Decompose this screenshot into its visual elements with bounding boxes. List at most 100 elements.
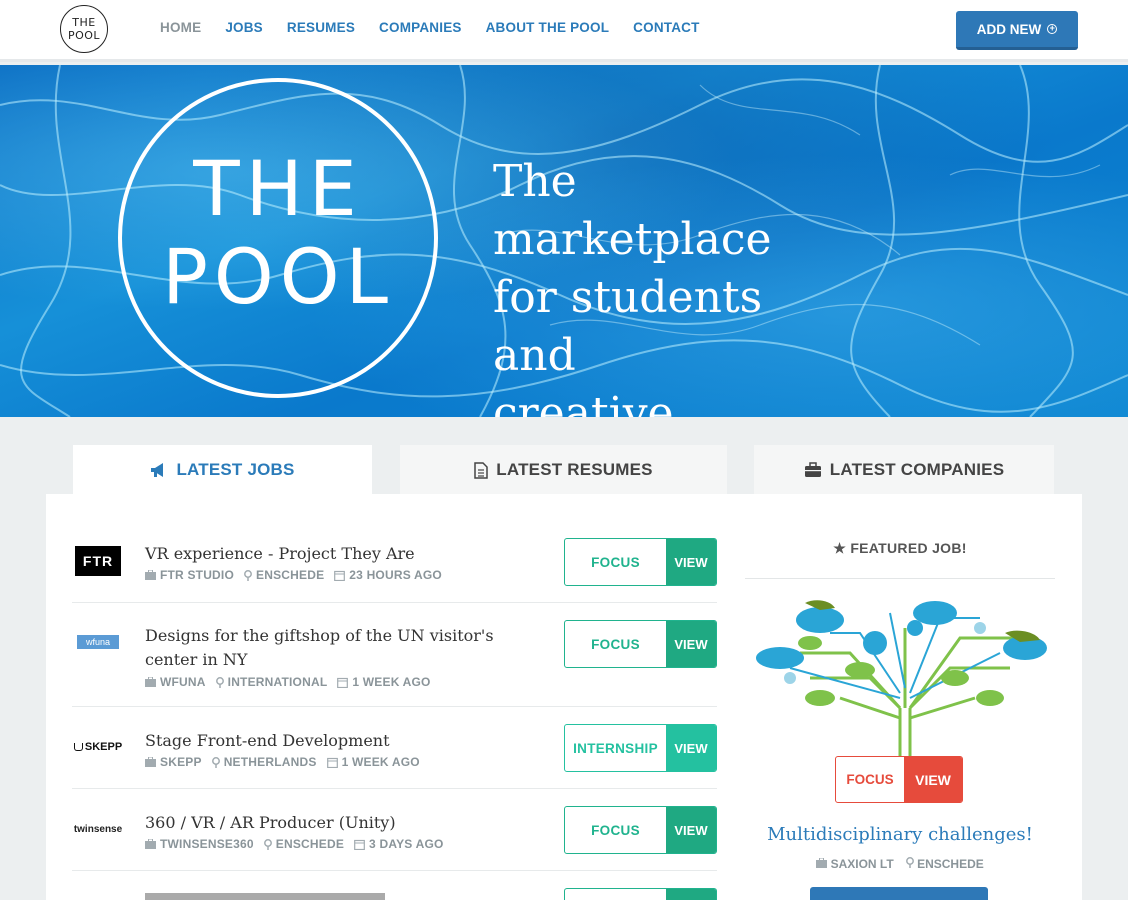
featured-location: ENSCHEDE <box>905 857 984 871</box>
job-title-partial <box>145 893 385 900</box>
tab-latest-resumes[interactable]: LATEST RESUMES <box>400 445 727 495</box>
calendar-icon <box>337 677 349 688</box>
nav-home[interactable]: HOME <box>160 20 201 35</box>
job-list-item: SKEPP Stage Front-end Development SKEPP … <box>72 707 717 789</box>
map-pin-icon <box>211 756 220 768</box>
calendar-icon <box>334 570 346 581</box>
job-type-pill: INTERNSHIP VIEW <box>564 724 717 772</box>
job-time-text: 1 WEEK AGO <box>352 675 431 689</box>
featured-job-title[interactable]: Multidisciplinary challenges! <box>745 824 1055 845</box>
company-logo-skepp[interactable]: SKEPP <box>73 732 122 762</box>
divider <box>745 578 1055 579</box>
job-company: TWINSENSE360 <box>145 837 254 851</box>
job-meta: SKEPP NETHERLANDS 1 WEEK AGO <box>145 755 420 769</box>
twinsense-logo-text: twinsense <box>73 823 123 835</box>
featured-job-meta: SAXION LT ENSCHEDE <box>745 857 1055 871</box>
job-company-text: WFUNA <box>160 675 206 689</box>
hero-logo-the: THE <box>193 144 363 233</box>
tagline-line-2: for students and <box>493 272 763 381</box>
map-pin-icon <box>215 676 224 688</box>
featured-company-text: SAXION LT <box>830 857 894 871</box>
job-list-item: wfuna Designs for the giftshop of the UN… <box>72 603 717 707</box>
briefcase-icon <box>145 757 156 767</box>
nav-jobs[interactable]: JOBS <box>225 20 263 35</box>
megaphone-icon <box>151 463 164 477</box>
company-logo-twinsense[interactable]: twinsense <box>73 814 123 844</box>
nav-resumes[interactable]: RESUMES <box>287 20 355 35</box>
tab-latest-companies-label: LATEST COMPANIES <box>829 460 1005 479</box>
job-location-text: NETHERLANDS <box>223 755 317 769</box>
job-type-focus[interactable]: FOCUS <box>565 807 666 853</box>
job-location: ENSCHEDE <box>244 568 324 582</box>
hero-logo-circle: THE POOL <box>118 78 438 398</box>
job-list-item: twinsense 360 / VR / AR Producer (Unity)… <box>72 789 717 871</box>
job-meta: FTR STUDIO ENSCHEDE 23 HOURS AGO <box>145 568 442 582</box>
company-logo-wfuna[interactable]: wfuna <box>75 627 121 657</box>
job-type-internship[interactable]: INTERNSHIP <box>565 725 666 771</box>
view-job-button[interactable]: VIEW <box>666 725 716 771</box>
top-navbar: THE POOL HOME JOBS RESUMES COMPANIES ABO… <box>0 0 1128 62</box>
tab-latest-companies[interactable]: LATEST COMPANIES <box>754 445 1054 495</box>
job-type-focus[interactable]: FOCUS <box>565 539 666 585</box>
map-pin-icon <box>244 569 252 581</box>
job-type-pill: FOCUS VIEW <box>564 538 717 586</box>
job-company: FTR STUDIO <box>145 568 234 582</box>
plus-circle-icon: + <box>1047 24 1058 34</box>
wfuna-logo-text: wfuna <box>85 637 111 647</box>
featured-heading-text: FEATURED JOB! <box>850 540 967 556</box>
calendar-icon <box>354 839 365 850</box>
job-type-pill: FOCUS VIEW <box>564 806 717 854</box>
job-location: NETHERLANDS <box>211 755 317 769</box>
job-meta: TWINSENSE360 ENSCHEDE 3 DAYS AGO <box>145 837 444 851</box>
view-job-button[interactable]: VIEW <box>666 807 716 853</box>
logo-text-the: THE <box>72 16 96 29</box>
star-icon: ★ <box>833 540 847 556</box>
job-type-focus[interactable]: FOCUS <box>565 621 666 667</box>
job-type-pill: FOCUS VIEW <box>564 620 717 668</box>
job-time: 1 WEEK AGO <box>326 755 420 769</box>
tab-latest-resumes-label: LATEST RESUMES <box>496 460 653 479</box>
job-location: INTERNATIONAL <box>215 675 328 689</box>
job-location: ENSCHEDE <box>263 837 344 851</box>
view-job-button[interactable]: VIEW <box>666 621 716 667</box>
featured-heading: ★ FEATURED JOB! <box>745 540 1055 557</box>
featured-apply-button-partial[interactable] <box>810 887 988 900</box>
briefcase-icon <box>145 677 156 687</box>
job-title[interactable]: Designs for the giftshop of the UN visit… <box>145 624 505 672</box>
map-pin-icon <box>905 857 914 868</box>
tagline-line-1: The marketplace <box>493 156 772 265</box>
job-title[interactable]: Stage Front-end Development <box>145 729 505 753</box>
document-icon <box>474 461 489 479</box>
job-title[interactable]: 360 / VR / AR Producer (Unity) <box>145 811 505 835</box>
job-company-text: FTR STUDIO <box>160 568 234 582</box>
hero-tagline: The marketplace for students and creativ… <box>493 153 853 417</box>
hero-banner: THE POOL The marketplace for students an… <box>0 65 1128 417</box>
job-title[interactable]: VR experience - Project They Are <box>145 542 505 566</box>
job-list-item: FTR VR experience - Project They Are FTR… <box>72 522 717 603</box>
job-time-text: 1 WEEK AGO <box>341 755 420 769</box>
add-new-button[interactable]: ADD NEW + <box>956 11 1078 50</box>
site-logo[interactable]: THE POOL <box>60 5 108 53</box>
nav-contact[interactable]: CONTACT <box>633 20 699 35</box>
featured-type-focus[interactable]: FOCUS <box>836 757 904 802</box>
ftr-logo-text: FTR <box>82 553 114 569</box>
briefcase-icon <box>816 857 828 868</box>
hero-logo-pool: POOL <box>162 232 394 321</box>
company-logo-ftr[interactable]: FTR <box>75 546 121 576</box>
nav-about[interactable]: ABOUT THE POOL <box>486 20 610 35</box>
nav-companies[interactable]: COMPANIES <box>379 20 462 35</box>
job-type-pill-partial <box>564 888 717 900</box>
job-location-text: INTERNATIONAL <box>227 675 328 689</box>
tab-latest-jobs[interactable]: LATEST JOBS <box>73 445 372 495</box>
tree-illustration[interactable] <box>750 598 1050 773</box>
featured-view-button[interactable]: VIEW <box>904 757 962 802</box>
job-time-text: 23 HOURS AGO <box>349 568 442 582</box>
job-company-text: TWINSENSE360 <box>160 837 254 851</box>
job-time: 23 HOURS AGO <box>334 568 442 582</box>
main-nav: HOME JOBS RESUMES COMPANIES ABOUT THE PO… <box>148 20 712 35</box>
view-job-button[interactable]: VIEW <box>666 539 716 585</box>
tagline-line-3: creative projects <box>493 388 674 417</box>
job-company: WFUNA <box>145 675 206 689</box>
job-location-text: ENSCHEDE <box>256 568 325 582</box>
job-meta: WFUNA INTERNATIONAL 1 WEEK AGO <box>145 675 431 689</box>
